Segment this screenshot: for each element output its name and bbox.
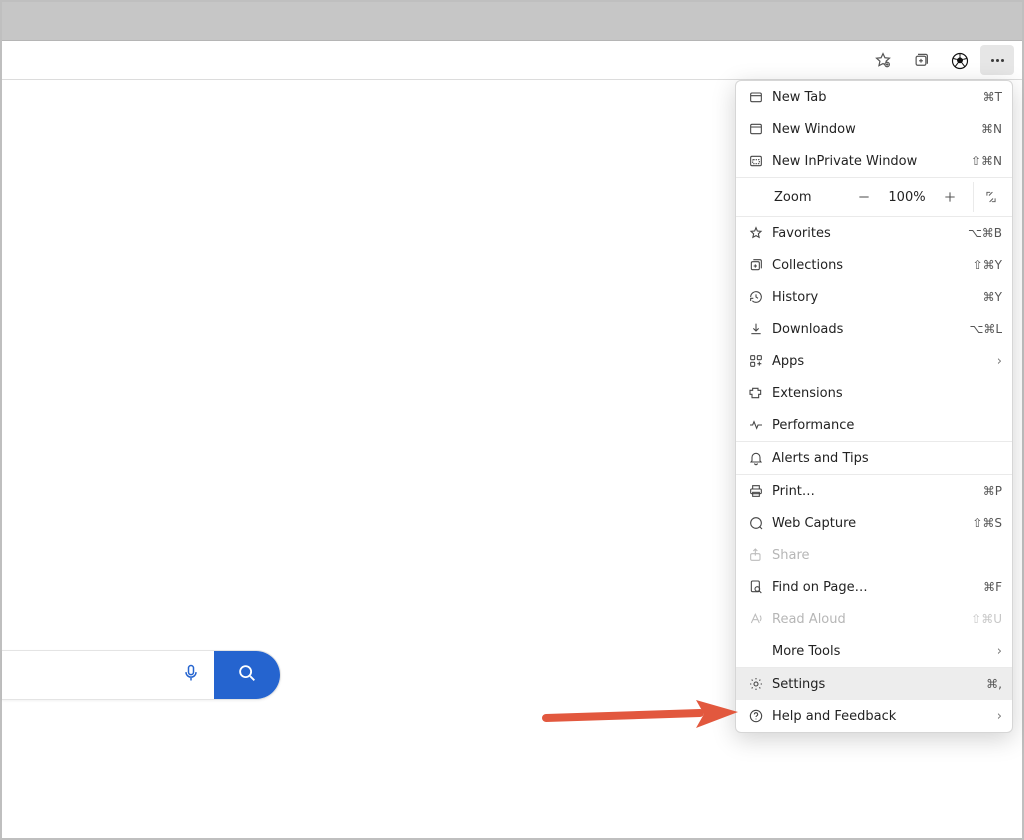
- menu-shortcut: ⌘F: [954, 580, 1002, 594]
- menu-label: Favorites: [772, 226, 954, 241]
- search-icon: [236, 662, 258, 688]
- menu-item-settings[interactable]: Settings ⌘,: [736, 668, 1012, 700]
- zoom-value: 100%: [883, 190, 931, 205]
- zoom-out-button[interactable]: [847, 182, 881, 212]
- share-icon: [746, 545, 766, 565]
- menu-label: Settings: [772, 677, 954, 692]
- menu-label: Extensions: [772, 386, 1002, 401]
- zoom-in-button[interactable]: [933, 182, 967, 212]
- help-icon: [746, 706, 766, 726]
- menu-label: New Tab: [772, 90, 954, 105]
- print-icon: [746, 481, 766, 501]
- favorite-star-icon: [874, 51, 892, 69]
- menu-label: Collections: [772, 258, 954, 273]
- menu-shortcut: ⇧⌘U: [954, 612, 1002, 626]
- more-menu-button[interactable]: [980, 45, 1014, 75]
- menu-label: Read Aloud: [772, 612, 954, 627]
- collections-button[interactable]: [904, 45, 938, 75]
- menu-label: Print…: [772, 484, 954, 499]
- menu-shortcut: ⌘N: [954, 122, 1002, 136]
- menu-label: Share: [772, 548, 1002, 563]
- new-tab-icon: [746, 87, 766, 107]
- menu-item-print[interactable]: Print… ⌘P: [736, 475, 1012, 507]
- menu-item-collections[interactable]: Collections ⇧⌘Y: [736, 249, 1012, 281]
- menu-label: History: [772, 290, 954, 305]
- soccer-ball-icon: [950, 51, 968, 69]
- favorite-star-button[interactable]: [866, 45, 900, 75]
- chevron-right-icon: ›: [990, 354, 1002, 369]
- menu-item-read-aloud: Read Aloud ⇧⌘U: [736, 603, 1012, 635]
- new-window-icon: [746, 119, 766, 139]
- menu-label: New Window: [772, 122, 954, 137]
- search-input[interactable]: [2, 651, 168, 699]
- menu-label: Apps: [772, 354, 990, 369]
- menu-shortcut: ⌘,: [954, 677, 1002, 691]
- menu-shortcut: ⇧⌘S: [954, 516, 1002, 530]
- microphone-icon: [181, 663, 201, 687]
- apps-icon: [746, 351, 766, 371]
- menu-item-performance[interactable]: Performance: [736, 409, 1012, 441]
- address-bar[interactable]: [2, 41, 864, 79]
- inprivate-icon: [746, 151, 766, 171]
- menu-shortcut: ⌥⌘B: [954, 226, 1002, 240]
- menu-shortcut: ⌘Y: [954, 290, 1002, 304]
- extensions-icon: [746, 383, 766, 403]
- menu-item-web-capture[interactable]: Web Capture ⇧⌘S: [736, 507, 1012, 539]
- menu-item-extensions[interactable]: Extensions: [736, 377, 1012, 409]
- fullscreen-button[interactable]: [973, 182, 1008, 212]
- read-aloud-icon: [746, 609, 766, 629]
- voice-search-button[interactable]: [168, 651, 214, 699]
- find-on-page-icon: [746, 577, 766, 597]
- collections-icon: [746, 255, 766, 275]
- menu-label: Help and Feedback: [772, 709, 990, 724]
- menu-item-help[interactable]: Help and Feedback ›: [736, 700, 1012, 732]
- more-dots-icon: [988, 51, 1006, 69]
- web-capture-icon: [746, 513, 766, 533]
- menu-shortcut: ⌥⌘L: [954, 322, 1002, 336]
- menu-item-find[interactable]: Find on Page… ⌘F: [736, 571, 1012, 603]
- menu-item-apps[interactable]: Apps ›: [736, 345, 1012, 377]
- menu-item-zoom: Zoom 100%: [736, 178, 1012, 216]
- menu-shortcut: ⇧⌘Y: [954, 258, 1002, 272]
- window-titlebar: [2, 2, 1022, 41]
- settings-and-more-menu: New Tab ⌘T New Window ⌘N New InPrivate W…: [735, 80, 1013, 733]
- annotation-arrow: [542, 698, 742, 742]
- menu-item-more-tools[interactable]: More Tools ›: [736, 635, 1012, 667]
- search-button[interactable]: [214, 651, 280, 699]
- menu-shortcut: ⇧⌘N: [954, 154, 1002, 168]
- menu-item-history[interactable]: History ⌘Y: [736, 281, 1012, 313]
- menu-item-alerts[interactable]: Alerts and Tips: [736, 442, 1012, 474]
- collections-icon: [912, 51, 930, 69]
- menu-label: Find on Page…: [772, 580, 954, 595]
- zoom-label: Zoom: [774, 190, 811, 205]
- menu-item-favorites[interactable]: Favorites ⌥⌘B: [736, 217, 1012, 249]
- favorites-icon: [746, 223, 766, 243]
- gear-icon: [746, 674, 766, 694]
- menu-label: Performance: [772, 418, 1002, 433]
- bell-icon: [746, 448, 766, 468]
- downloads-icon: [746, 319, 766, 339]
- menu-label: More Tools: [772, 644, 990, 659]
- menu-shortcut: ⌘P: [954, 484, 1002, 498]
- menu-label: Alerts and Tips: [772, 451, 1002, 466]
- menu-item-new-tab[interactable]: New Tab ⌘T: [736, 81, 1012, 113]
- performance-icon: [746, 415, 766, 435]
- browser-toolbar: [2, 41, 1022, 80]
- menu-item-new-window[interactable]: New Window ⌘N: [736, 113, 1012, 145]
- history-icon: [746, 287, 766, 307]
- menu-label: Web Capture: [772, 516, 954, 531]
- search-widget: [2, 650, 281, 700]
- chevron-right-icon: ›: [990, 644, 1002, 659]
- profile-avatar-button[interactable]: [942, 45, 976, 75]
- menu-item-share: Share: [736, 539, 1012, 571]
- chevron-right-icon: ›: [990, 709, 1002, 724]
- menu-label: Downloads: [772, 322, 954, 337]
- menu-item-downloads[interactable]: Downloads ⌥⌘L: [736, 313, 1012, 345]
- menu-shortcut: ⌘T: [954, 90, 1002, 104]
- menu-label: New InPrivate Window: [772, 154, 954, 169]
- menu-item-new-inprivate[interactable]: New InPrivate Window ⇧⌘N: [736, 145, 1012, 177]
